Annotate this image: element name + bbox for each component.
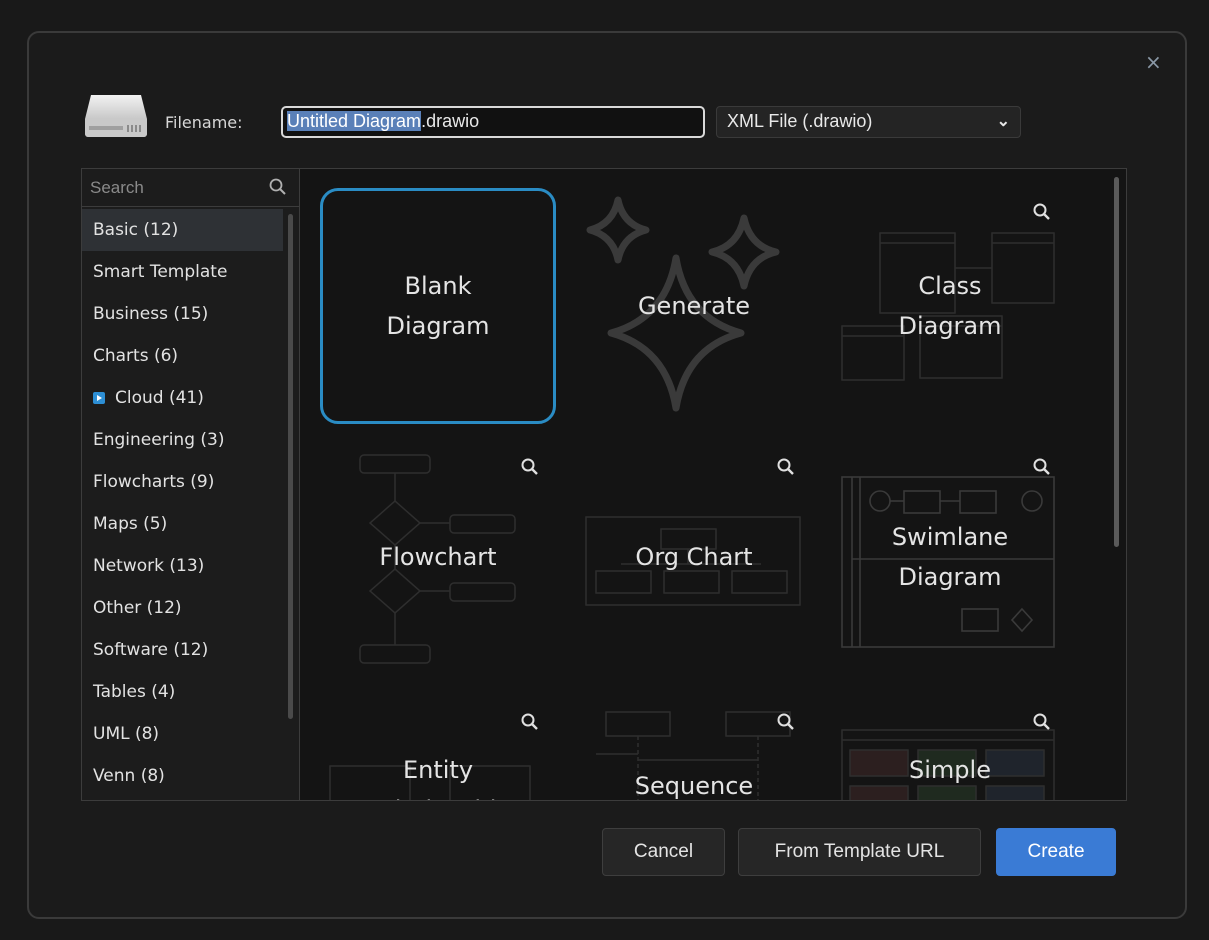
template-flowchart[interactable]: Flowchart: [320, 439, 556, 675]
category-business[interactable]: Business (15): [82, 293, 283, 335]
search-input[interactable]: [88, 177, 262, 199]
template-grid-scrollbar[interactable]: [1114, 177, 1119, 547]
category-smart-template[interactable]: Smart Template: [82, 251, 283, 293]
zoom-icon[interactable]: [1032, 712, 1052, 732]
template-grid: Blank Diagram Generate Class Diagram Flo…: [299, 168, 1127, 801]
cancel-button[interactable]: Cancel: [602, 828, 725, 876]
template-label: Sequence: [634, 772, 754, 800]
template-label: Entity Relationship: [364, 756, 511, 800]
zoom-icon[interactable]: [520, 712, 540, 732]
template-class-diagram[interactable]: Class Diagram: [832, 188, 1068, 424]
sidebar-scrollbar[interactable]: [288, 214, 293, 719]
close-icon[interactable]: ×: [1145, 52, 1162, 72]
file-format-select[interactable]: XML File (.drawio) ⌄: [716, 106, 1021, 138]
category-list: Basic (12) Smart Template Business (15) …: [82, 209, 283, 797]
template-label: Class Diagram: [898, 272, 1002, 340]
create-button[interactable]: Create: [996, 828, 1116, 876]
category-flowcharts[interactable]: Flowcharts (9): [82, 461, 283, 503]
template-label: Simple: [909, 756, 991, 784]
category-basic[interactable]: Basic (12): [82, 209, 283, 251]
from-template-url-button[interactable]: From Template URL: [738, 828, 981, 876]
zoom-icon[interactable]: [1032, 202, 1052, 222]
category-network[interactable]: Network (13): [82, 545, 283, 587]
template-simple[interactable]: Simple: [832, 694, 1068, 800]
expand-icon[interactable]: [93, 392, 105, 404]
category-other[interactable]: Other (12): [82, 587, 283, 629]
category-charts[interactable]: Charts (6): [82, 335, 283, 377]
zoom-icon[interactable]: [776, 457, 796, 477]
filename-extension: .drawio: [421, 111, 480, 131]
template-entity-relationship[interactable]: Entity Relationship: [320, 694, 556, 800]
template-generate[interactable]: Generate: [576, 188, 812, 424]
category-uml[interactable]: UML (8): [82, 713, 283, 755]
template-sequence[interactable]: Sequence: [576, 694, 812, 800]
drive-icon: [85, 95, 147, 137]
category-cloud-label: Cloud (41): [115, 388, 204, 408]
template-label: Generate: [637, 292, 751, 320]
filename-input[interactable]: Untitled Diagram.drawio: [281, 106, 705, 138]
search-icon[interactable]: [268, 177, 288, 197]
template-label: Blank Diagram: [386, 272, 490, 340]
category-software[interactable]: Software (12): [82, 629, 283, 671]
filename-selected-text: Untitled Diagram: [287, 111, 422, 131]
zoom-icon[interactable]: [520, 457, 540, 477]
file-format-value: XML File (.drawio): [727, 111, 873, 131]
template-blank-diagram[interactable]: Blank Diagram: [320, 188, 556, 424]
template-swimlane-diagram[interactable]: Swimlane Diagram: [832, 439, 1068, 675]
template-org-chart[interactable]: Org Chart: [576, 439, 812, 675]
filename-label: Filename:: [165, 113, 243, 132]
category-engineering[interactable]: Engineering (3): [82, 419, 283, 461]
category-venn[interactable]: Venn (8): [82, 755, 283, 797]
category-cloud[interactable]: Cloud (41): [82, 377, 283, 419]
category-sidebar: Basic (12) Smart Template Business (15) …: [81, 168, 299, 801]
zoom-icon[interactable]: [1032, 457, 1052, 477]
chevron-down-icon: ⌄: [996, 113, 1010, 130]
category-maps[interactable]: Maps (5): [82, 503, 283, 545]
category-tables[interactable]: Tables (4): [82, 671, 283, 713]
category-search: [82, 169, 299, 207]
zoom-icon[interactable]: [776, 712, 796, 732]
